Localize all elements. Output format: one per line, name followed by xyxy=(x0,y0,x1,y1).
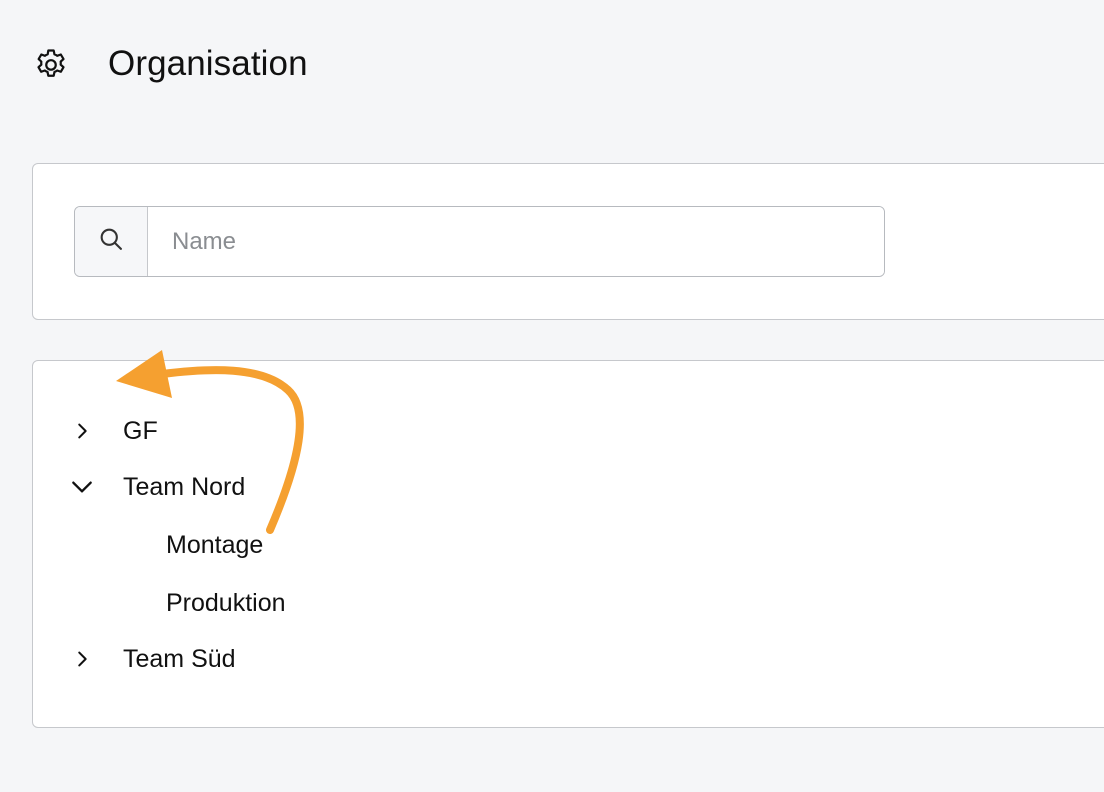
gear-icon[interactable] xyxy=(32,45,70,83)
page-title: Organisation xyxy=(108,44,308,83)
search-addon xyxy=(75,207,148,276)
tree-item-produktion[interactable]: Produktion xyxy=(166,583,286,623)
search-card xyxy=(32,163,1104,320)
tree-item-label: Team Nord xyxy=(123,472,246,501)
tree-item-team-sued[interactable]: Team Süd xyxy=(67,639,236,679)
chevron-right-icon[interactable] xyxy=(67,416,97,446)
search-input-group xyxy=(74,206,885,277)
chevron-down-icon[interactable] xyxy=(67,472,97,502)
tree-item-label: Montage xyxy=(166,530,264,559)
search-icon xyxy=(97,225,125,258)
tree-item-label: Team Süd xyxy=(123,644,236,673)
chevron-right-icon[interactable] xyxy=(67,644,97,674)
tree-item-montage[interactable]: Montage xyxy=(166,525,263,565)
page-header: Organisation xyxy=(32,40,308,88)
tree-item-label: Produktion xyxy=(166,588,286,617)
organisation-tree-card: GF Team Nord Montage Produktion Team Süd xyxy=(32,360,1104,728)
tree-item-label: GF xyxy=(123,416,158,445)
tree-item-team-nord[interactable]: Team Nord xyxy=(67,467,245,507)
search-input[interactable] xyxy=(148,207,884,276)
tree-item-gf[interactable]: GF xyxy=(67,411,158,451)
